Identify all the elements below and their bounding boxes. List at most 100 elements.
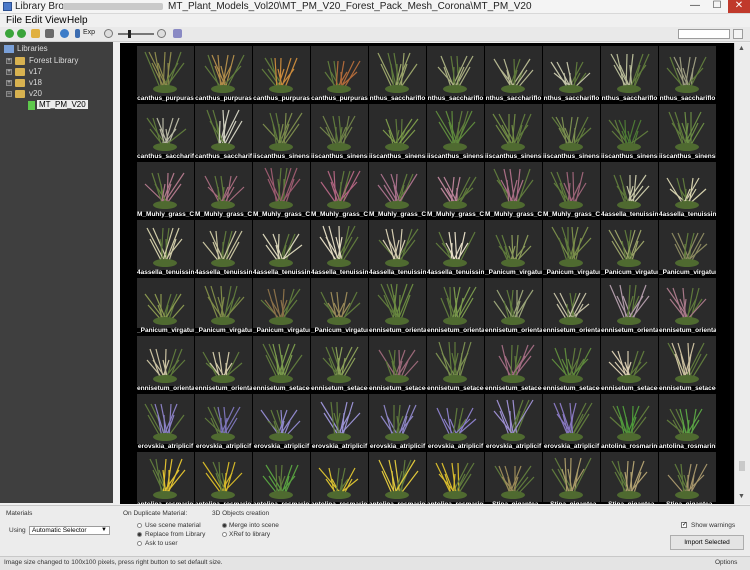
plant-thumbnail[interactable]: nthus_sacchariflo xyxy=(601,46,658,103)
plant-thumbnail[interactable]: ennisetum_orienta xyxy=(543,278,600,335)
plant-thumbnail[interactable]: ennisetum_orienta xyxy=(369,278,426,335)
plant-thumbnail[interactable]: M_Muhly_grass_C xyxy=(137,162,194,219)
plant-thumbnail[interactable]: _Panicum_virgatur xyxy=(253,278,310,335)
plant-thumbnail[interactable]: ennisetum_orienta xyxy=(427,278,484,335)
thumbnail-size-slider[interactable] xyxy=(118,30,154,38)
plant-thumbnail[interactable]: _Stipa_gigantea xyxy=(543,452,600,504)
plant-thumbnail[interactable]: antolina_rosmarini xyxy=(195,452,252,504)
plant-thumbnail[interactable]: ennisetum_orienta xyxy=(485,278,542,335)
minimize-button[interactable]: — xyxy=(684,0,706,13)
plant-thumbnail[interactable]: ennisetum_orienta xyxy=(195,336,252,393)
plant-thumbnail[interactable]: ennisetum_setacec xyxy=(427,336,484,393)
search-input[interactable] xyxy=(678,29,730,39)
import-selected-button[interactable]: Import Selected xyxy=(670,535,744,550)
material-selector-dropdown[interactable]: Automatic Selector ▼ xyxy=(29,526,110,535)
plant-thumbnail[interactable]: M_Muhly_grass_C xyxy=(253,162,310,219)
plant-thumbnail[interactable]: ennisetum_setacec xyxy=(369,336,426,393)
plant-thumbnail[interactable]: ennisetum_setacec xyxy=(253,336,310,393)
plant-thumbnail[interactable]: antolina_rosmarini xyxy=(659,394,716,451)
plant-thumbnail[interactable]: 4assella_tenuissin xyxy=(369,220,426,277)
menu-view[interactable]: View xyxy=(45,15,67,26)
plant-thumbnail[interactable]: _Panicum_virgatur xyxy=(659,220,716,277)
library-tree[interactable]: Libraries + Forest Library + v17 + v18 −… xyxy=(0,42,113,503)
plant-thumbnail[interactable]: erovskia_atriplicif xyxy=(137,394,194,451)
plant-thumbnail[interactable]: M_Muhly_grass_C xyxy=(195,162,252,219)
plant-thumbnail[interactable]: canthus_purpuras xyxy=(137,46,194,103)
menu-edit[interactable]: Edit xyxy=(25,15,42,26)
plant-thumbnail[interactable]: _Stipa_gigantea xyxy=(659,452,716,504)
zoom-in-icon[interactable] xyxy=(157,29,166,38)
plant-thumbnail[interactable]: canthus_purpuras xyxy=(195,46,252,103)
plant-thumbnail[interactable]: antolina_rosmarini xyxy=(311,452,368,504)
plant-thumbnail[interactable]: 4assella_tenuissin xyxy=(195,220,252,277)
sort-icon[interactable] xyxy=(75,29,80,38)
radio-xref-to-library[interactable] xyxy=(222,532,227,537)
plant-thumbnail[interactable]: erovskia_atriplicif xyxy=(253,394,310,451)
plant-thumbnail[interactable]: ennisetum_setacec xyxy=(485,336,542,393)
plant-thumbnail[interactable]: iiscanthus_sinensi xyxy=(427,104,484,161)
plant-thumbnail[interactable]: ennisetum_setacec xyxy=(311,336,368,393)
menu-file[interactable]: File xyxy=(6,15,22,26)
forward-icon[interactable] xyxy=(17,29,26,38)
thumbnail-grid[interactable]: canthus_purpuras canthus_purpuras canthus_… xyxy=(120,43,734,504)
plant-thumbnail[interactable]: M_Muhly_grass_C xyxy=(311,162,368,219)
scroll-down-icon[interactable]: ▼ xyxy=(738,493,745,500)
plant-thumbnail[interactable]: 4assella_tenuissin xyxy=(137,220,194,277)
plant-thumbnail[interactable]: _Panicum_virgatur xyxy=(601,220,658,277)
plant-thumbnail[interactable]: nthus_sacchariflo xyxy=(485,46,542,103)
plant-thumbnail[interactable]: canthus_purpuras xyxy=(311,46,368,103)
plant-thumbnail[interactable]: nthus_sacchariflo xyxy=(369,46,426,103)
plant-thumbnail[interactable]: 4assella_tenuissin xyxy=(659,162,716,219)
plant-thumbnail[interactable]: iiscanthus_sinensi xyxy=(311,104,368,161)
radio-ask-to-user[interactable] xyxy=(137,541,142,546)
expand-icon[interactable]: + xyxy=(6,69,12,75)
plant-thumbnail[interactable]: ennisetum_orienta xyxy=(137,336,194,393)
plant-thumbnail[interactable]: ennisetum_setacec xyxy=(659,336,716,393)
expand-icon[interactable]: + xyxy=(6,58,12,64)
plant-thumbnail[interactable]: 4assella_tenuissin xyxy=(311,220,368,277)
scroll-up-icon[interactable]: ▲ xyxy=(738,45,745,52)
plant-thumbnail[interactable]: ennisetum_setacec xyxy=(543,336,600,393)
plant-thumbnail[interactable]: iiscanthus_sinensi xyxy=(601,104,658,161)
show-warnings-checkbox[interactable]: ✓ xyxy=(681,522,687,528)
back-icon[interactable] xyxy=(5,29,14,38)
save-icon[interactable] xyxy=(45,29,54,38)
plant-thumbnail[interactable]: M_Muhly_grass_C xyxy=(427,162,484,219)
plant-thumbnail[interactable]: erovskia_atriplicif xyxy=(369,394,426,451)
zoom-out-icon[interactable] xyxy=(104,29,113,38)
plant-thumbnail[interactable]: canthus_sacchariflo xyxy=(137,104,194,161)
plant-thumbnail[interactable]: canthus_sacchariflo xyxy=(195,104,252,161)
refresh-icon[interactable] xyxy=(60,29,69,38)
grid-scrollbar[interactable]: ▲ ▼ xyxy=(734,43,750,504)
search-button[interactable] xyxy=(733,29,743,39)
plant-thumbnail[interactable]: 4assella_tenuissin xyxy=(601,162,658,219)
collapse-icon[interactable]: − xyxy=(6,91,12,97)
plant-thumbnail[interactable]: erovskia_atriplicif xyxy=(195,394,252,451)
plant-thumbnail[interactable]: _Panicum_virgatur xyxy=(195,278,252,335)
expand-icon[interactable]: Exp xyxy=(83,29,95,36)
plant-thumbnail[interactable]: iiscanthus_sinensi xyxy=(253,104,310,161)
radio-merge-into-scene[interactable] xyxy=(222,523,227,528)
plant-thumbnail[interactable]: erovskia_atriplicif xyxy=(311,394,368,451)
scroll-thumb[interactable] xyxy=(739,461,745,471)
folder-icon[interactable] xyxy=(31,29,40,38)
info-icon[interactable] xyxy=(173,29,182,38)
expand-icon[interactable]: + xyxy=(6,80,12,86)
plant-thumbnail[interactable]: antolina_rosmarini xyxy=(427,452,484,504)
menu-help[interactable]: Help xyxy=(67,15,88,26)
plant-thumbnail[interactable]: _Panicum_virgatur xyxy=(137,278,194,335)
plant-thumbnail[interactable]: antolina_rosmarini xyxy=(369,452,426,504)
plant-thumbnail[interactable]: erovskia_atriplicif xyxy=(427,394,484,451)
radio-use-scene-material[interactable] xyxy=(137,523,142,528)
plant-thumbnail[interactable]: ennisetum_setacec xyxy=(601,336,658,393)
plant-thumbnail[interactable]: nthus_sacchariflo xyxy=(543,46,600,103)
plant-thumbnail[interactable]: ennisetum_orienta xyxy=(659,278,716,335)
plant-thumbnail[interactable]: erovskia_atriplicif xyxy=(485,394,542,451)
plant-thumbnail[interactable]: ennisetum_orienta xyxy=(601,278,658,335)
options-button[interactable]: Options xyxy=(715,559,737,566)
plant-thumbnail[interactable]: M_Muhly_grass_C xyxy=(369,162,426,219)
plant-thumbnail[interactable]: M_Muhly_grass_C xyxy=(543,162,600,219)
maximize-button[interactable]: ☐ xyxy=(706,0,728,13)
plant-thumbnail[interactable]: 4assella_tenuissin xyxy=(253,220,310,277)
plant-thumbnail[interactable]: nthus_sacchariflo xyxy=(659,46,716,103)
